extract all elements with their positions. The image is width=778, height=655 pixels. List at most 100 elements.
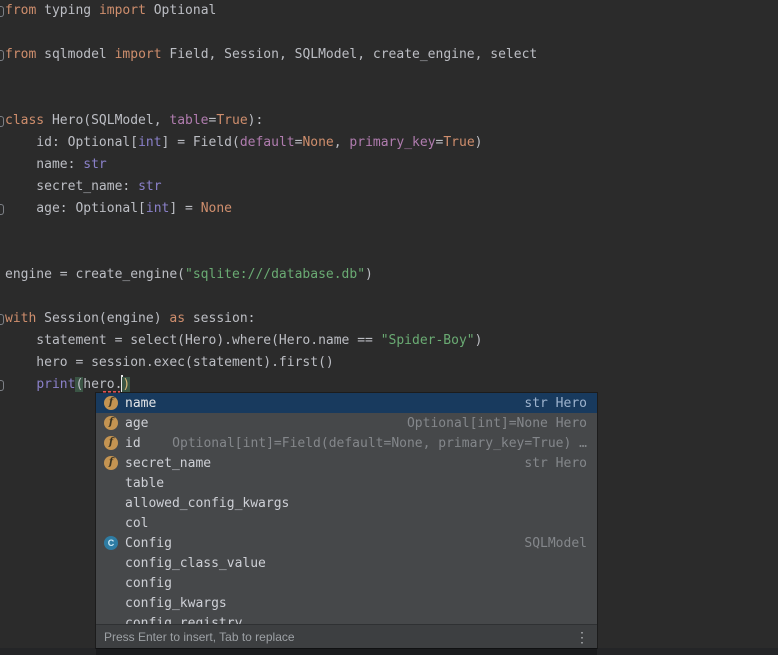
completion-label: secret_name [125, 456, 211, 471]
completion-type-hint: Optional[int]=Field(default=None, primar… [172, 436, 587, 451]
code-token: typing [36, 3, 99, 18]
code-line [0, 88, 778, 110]
code-token: sqlmodel [36, 47, 114, 62]
code-token: with [5, 311, 36, 326]
completion-label: config_registry [125, 616, 242, 625]
code-line: age: Optional[int] = None [0, 198, 778, 220]
code-token: Field, Session, SQLModel, create_engine,… [162, 47, 538, 62]
code-token: , [334, 135, 350, 150]
code-token: int [146, 201, 169, 216]
completion-item-age[interactable]: fageOptional[int]=None Hero [96, 413, 597, 433]
code-token: ): [248, 113, 264, 128]
code-token: hero = session.exec(statement).first() [5, 355, 334, 370]
completion-label: name [125, 396, 156, 411]
icon-spacer [104, 476, 118, 490]
completion-label: table [125, 476, 164, 491]
code-token: Session(engine) [36, 311, 169, 326]
code-token: import [99, 3, 146, 18]
code-line: name: str [0, 154, 778, 176]
completion-item-secret_name[interactable]: f secret_name str Hero [96, 453, 597, 473]
class-icon: C [104, 536, 118, 550]
code-line: id: Optional[int] = Field(default=None, … [0, 132, 778, 154]
code-line: engine = create_engine("sqlite:///databa… [0, 264, 778, 286]
code-token: ) [122, 377, 130, 392]
completion-footer: Press Enter to insert, Tab to replace ⋮ [96, 624, 597, 648]
field-icon: f [104, 456, 118, 470]
completion-label: id [125, 436, 141, 451]
code-line: from sqlmodel import Field, Session, SQL… [0, 44, 778, 66]
code-token: Optional [146, 3, 216, 18]
code-line: hero = session.exec(statement).first() [0, 352, 778, 374]
code-token: None [302, 135, 333, 150]
code-area: from typing import Optional from sqlmodel… [0, 0, 778, 396]
code-line [0, 242, 778, 264]
gutter-marker-icon [0, 6, 4, 17]
completion-label: config_kwargs [125, 596, 227, 611]
completion-type-hint: SQLModel [524, 536, 587, 551]
code-token: default [240, 135, 295, 150]
gutter-marker-icon [0, 314, 4, 325]
code-token: True [216, 113, 247, 128]
code-token: import [115, 47, 162, 62]
code-token: True [443, 135, 474, 150]
code-line [0, 22, 778, 44]
field-icon: f [104, 396, 118, 410]
gutter-marker-icon [0, 50, 4, 61]
icon-spacer [104, 516, 118, 530]
more-options-icon[interactable]: ⋮ [575, 630, 589, 644]
completion-item-config_registry[interactable]: config_registry [96, 613, 597, 624]
code-token: as [169, 311, 185, 326]
completion-type-hint: str Hero [524, 396, 587, 411]
code-token: ] = [169, 201, 200, 216]
completion-item-config_class_value[interactable]: config_class_value [96, 553, 597, 573]
icon-spacer [104, 496, 118, 510]
ide-screen: from typing import Optional from sqlmodel… [0, 0, 778, 655]
code-token: ] = Field( [162, 135, 240, 150]
icon-spacer [104, 596, 118, 610]
completion-item-table[interactable]: table [96, 473, 597, 493]
icon-spacer [104, 576, 118, 590]
code-line: with Session(engine) as session: [0, 308, 778, 330]
completion-item-config[interactable]: config [96, 573, 597, 593]
field-icon: f [104, 416, 118, 430]
code-line: class Hero(SQLModel, table=True): [0, 110, 778, 132]
code-line [0, 286, 778, 308]
gutter-marker-icon [0, 380, 4, 391]
code-token: primary_key [349, 135, 435, 150]
completion-item-col[interactable]: col [96, 513, 597, 533]
code-token: age: Optional[ [5, 201, 146, 216]
icon-spacer [104, 556, 118, 570]
code-token: str [138, 179, 161, 194]
code-token: "Spider-Boy" [381, 333, 475, 348]
code-token: None [201, 201, 232, 216]
code-token: session: [185, 311, 255, 326]
code-token: from [5, 47, 36, 62]
completion-item-config_kwargs[interactable]: config_kwargs [96, 593, 597, 613]
code-token: engine = create_engine( [5, 267, 185, 282]
code-token: table [169, 113, 208, 128]
completion-type-hint: Optional[int]=None Hero [407, 416, 587, 431]
completion-item-name[interactable]: fname str Hero [96, 393, 597, 413]
code-token: from [5, 3, 36, 18]
completion-hint-text: Press Enter to insert, Tab to replace [104, 630, 295, 644]
code-token: class [5, 113, 44, 128]
completion-popup: fnamestr HerofageOptional[int]=None Hero… [96, 393, 597, 648]
code-token: secret_name: [5, 179, 138, 194]
completion-label: col [125, 516, 148, 531]
code-token: print [36, 377, 75, 392]
code-token: statement = select(Hero).where(Hero.name… [5, 333, 381, 348]
completion-label: config_class_value [125, 556, 266, 571]
completion-item-Config[interactable]: C Config SQLModel [96, 533, 597, 553]
code-token [5, 377, 36, 392]
completion-label: allowed_config_kwargs [125, 496, 289, 511]
field-icon: f [104, 436, 118, 450]
completion-item-allowed_config_kwargs[interactable]: allowed_config_kwargs [96, 493, 597, 513]
code-token: str [83, 157, 106, 172]
completion-item-id[interactable]: fid Optional[int]=Field(default=None, pri… [96, 433, 597, 453]
code-line [0, 220, 778, 242]
completion-label: config [125, 576, 172, 591]
code-token: "sqlite:///database.db" [185, 267, 365, 282]
completion-label: Config [125, 536, 172, 551]
completion-type-hint: str Hero [524, 456, 587, 471]
code-token: name: [5, 157, 83, 172]
